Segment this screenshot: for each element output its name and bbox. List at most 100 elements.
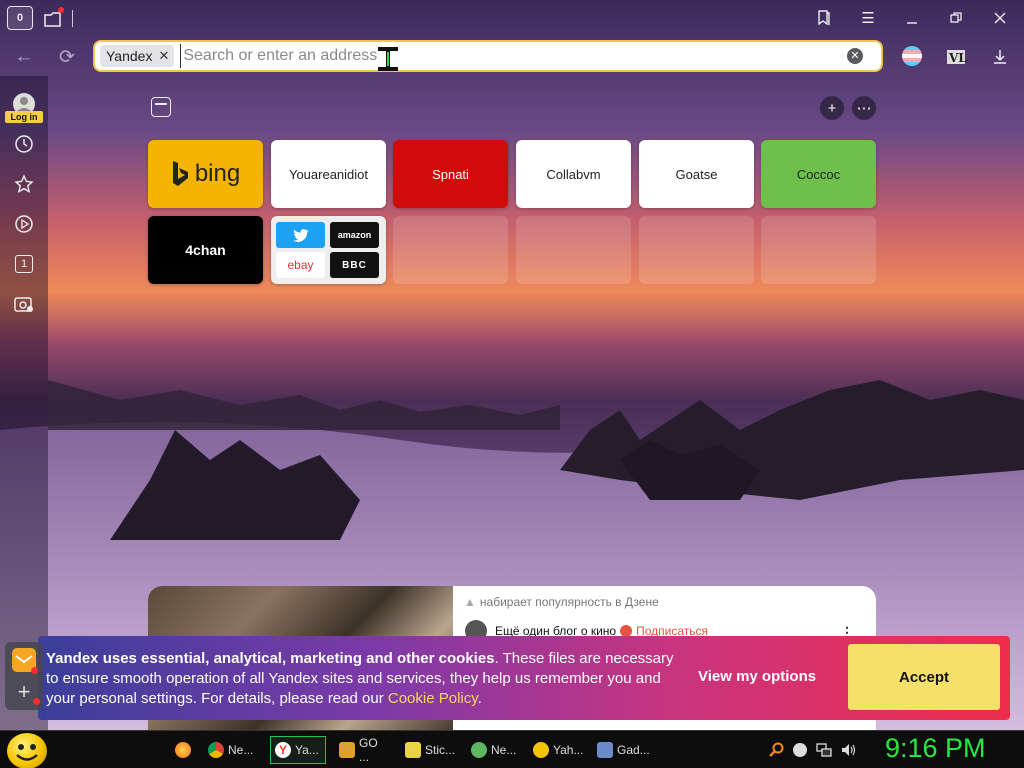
extension-icon[interactable]: VL — [942, 44, 970, 70]
restore-icon[interactable] — [941, 5, 971, 31]
smiley-icon — [533, 742, 549, 758]
mail-icon[interactable] — [12, 648, 38, 674]
tile-youareanidiot[interactable]: Youareanidiot — [271, 140, 386, 208]
taskbar-app-label: Gad... — [617, 743, 650, 757]
favorites-icon[interactable] — [10, 170, 38, 198]
close-icon[interactable] — [985, 5, 1015, 31]
taskbar-app-label: GO ... — [359, 736, 378, 764]
tab-count-icon[interactable]: 1 — [10, 250, 38, 278]
login-label[interactable]: Log in — [5, 111, 43, 123]
cookie-text: Yandex uses essential, analytical, marke… — [46, 649, 686, 709]
new-tab-icon[interactable] — [40, 6, 66, 32]
add-tile-icon[interactable]: + — [820, 96, 844, 120]
taskbar-app-label: Stic... — [425, 743, 456, 757]
tile-4chan[interactable]: 4chan — [148, 216, 263, 284]
history-icon[interactable] — [10, 130, 38, 158]
taskbar-app-yahoo[interactable]: Yah... — [528, 736, 588, 764]
network-tray-icon[interactable] — [816, 742, 832, 758]
taskbar-app-label: Ne... — [491, 743, 517, 757]
menu-icon[interactable]: ☰ — [853, 5, 883, 31]
flame-icon: ▲ — [464, 595, 476, 609]
text-cursor-icon — [376, 46, 400, 72]
sidebar: 1 — [0, 76, 48, 730]
more-options-icon[interactable]: ⋯ — [852, 96, 876, 120]
taskbar-app-firefox[interactable] — [170, 736, 200, 764]
download-icon[interactable] — [986, 44, 1014, 70]
gallery-icon[interactable] — [151, 97, 171, 117]
chip-close-icon[interactable]: ✕ — [158, 48, 169, 64]
screenshot-icon[interactable] — [10, 290, 38, 318]
tile-empty[interactable] — [393, 216, 508, 284]
site-chip[interactable]: Yandex ✕ — [100, 45, 175, 67]
gadgets-icon — [597, 742, 613, 758]
cookie-banner: Yandex uses essential, analytical, marke… — [38, 636, 1010, 720]
amazon-icon[interactable]: amazon — [330, 222, 379, 248]
clear-icon[interactable]: ✕ — [847, 48, 863, 64]
tile-folder[interactable]: amazon ebay BBC — [271, 216, 386, 284]
clock[interactable]: 9:16 PM — [885, 733, 986, 764]
tile-empty[interactable] — [639, 216, 754, 284]
navigation-bar: ← ⟳ Yandex ✕ ✕ VL — [0, 38, 1024, 76]
taskbar-app-gadgets[interactable]: Gad... — [592, 736, 654, 764]
search-input[interactable] — [180, 44, 847, 68]
tile-label: Spnati — [432, 166, 469, 182]
play-icon[interactable] — [10, 210, 38, 238]
taskbar-app-label: Yah... — [553, 743, 584, 757]
folder-icon — [339, 742, 355, 758]
reload-icon[interactable]: ⟳ — [53, 44, 81, 70]
trans-flag-icon[interactable] — [898, 43, 926, 69]
tile-goatse[interactable]: Goatse — [639, 140, 754, 208]
tile-spnati[interactable]: Spnati — [393, 140, 508, 208]
yandex-icon: Y — [275, 742, 291, 758]
accept-button[interactable]: Accept — [848, 644, 1000, 710]
taskbar-app-yandex[interactable]: Y Ya... — [270, 736, 326, 764]
tile-label: 4chan — [185, 242, 226, 258]
tab-count: 0 — [16, 12, 24, 24]
taskbar-app-label: Ne... — [228, 743, 254, 757]
tile-label: bing — [194, 160, 241, 187]
bbc-icon[interactable]: BBC — [330, 252, 379, 278]
minimize-icon[interactable] — [897, 5, 927, 31]
address-bar[interactable]: Yandex ✕ ✕ — [93, 40, 883, 72]
tile-label: Youareanidiot — [288, 166, 369, 182]
tray-smiley-icon[interactable] — [792, 742, 808, 758]
view-options-button[interactable]: View my options — [698, 668, 816, 685]
tile-collabvm[interactable]: Collabvm — [516, 140, 631, 208]
volume-icon[interactable] — [840, 742, 856, 758]
tile-label: Goatse — [675, 166, 718, 182]
taskbar: Ne... Y Ya... GO ... Stic... Ne... Yah..… — [0, 730, 1024, 768]
taskbar-app-label: Ya... — [295, 743, 319, 757]
tile-bing[interactable]: bing — [148, 140, 263, 208]
sidebar-tab-count: 1 — [15, 255, 33, 273]
add-panel-icon[interactable]: + — [13, 681, 35, 704]
taskbar-app-chrome[interactable]: Ne... — [203, 736, 263, 764]
taskbar-app-folder[interactable]: GO ... — [334, 736, 394, 764]
bookmark-icon[interactable] — [809, 5, 839, 31]
firefox-icon — [175, 742, 191, 758]
twitter-icon[interactable] — [276, 222, 325, 248]
start-button[interactable] — [7, 733, 47, 768]
cookie-text-end: . — [477, 690, 482, 707]
network-icon — [471, 742, 487, 758]
search-icon[interactable] — [768, 742, 784, 758]
taskbar-app-sticky[interactable]: Stic... — [400, 736, 460, 764]
tile-coccoc[interactable]: Coccoc — [761, 140, 876, 208]
cookie-policy-link[interactable]: Cookie Policy — [388, 690, 478, 707]
tabs-icon[interactable]: 0 — [7, 6, 33, 30]
zen-trending-text: набирает популярность в Дзене — [479, 595, 659, 609]
zen-trending: ▲ набирает популярность в Дзене — [464, 595, 659, 609]
tile-empty[interactable] — [516, 216, 631, 284]
ebay-icon[interactable]: ebay — [276, 252, 325, 278]
tile-label: Collabvm — [546, 166, 601, 182]
title-bar: 0 ☰ — [0, 0, 1024, 38]
taskbar-app-network[interactable]: Ne... — [466, 736, 522, 764]
separator — [72, 10, 73, 27]
chrome-icon — [208, 742, 224, 758]
cookie-text-bold: Yandex uses essential, analytical, marke… — [46, 650, 495, 667]
floating-panel: + — [5, 642, 43, 710]
back-arrow-icon[interactable]: ← — [10, 44, 38, 70]
tile-empty[interactable] — [761, 216, 876, 284]
sticky-notes-icon — [405, 742, 421, 758]
site-chip-label: Yandex — [106, 48, 153, 64]
tile-label: Coccoc — [796, 166, 841, 182]
